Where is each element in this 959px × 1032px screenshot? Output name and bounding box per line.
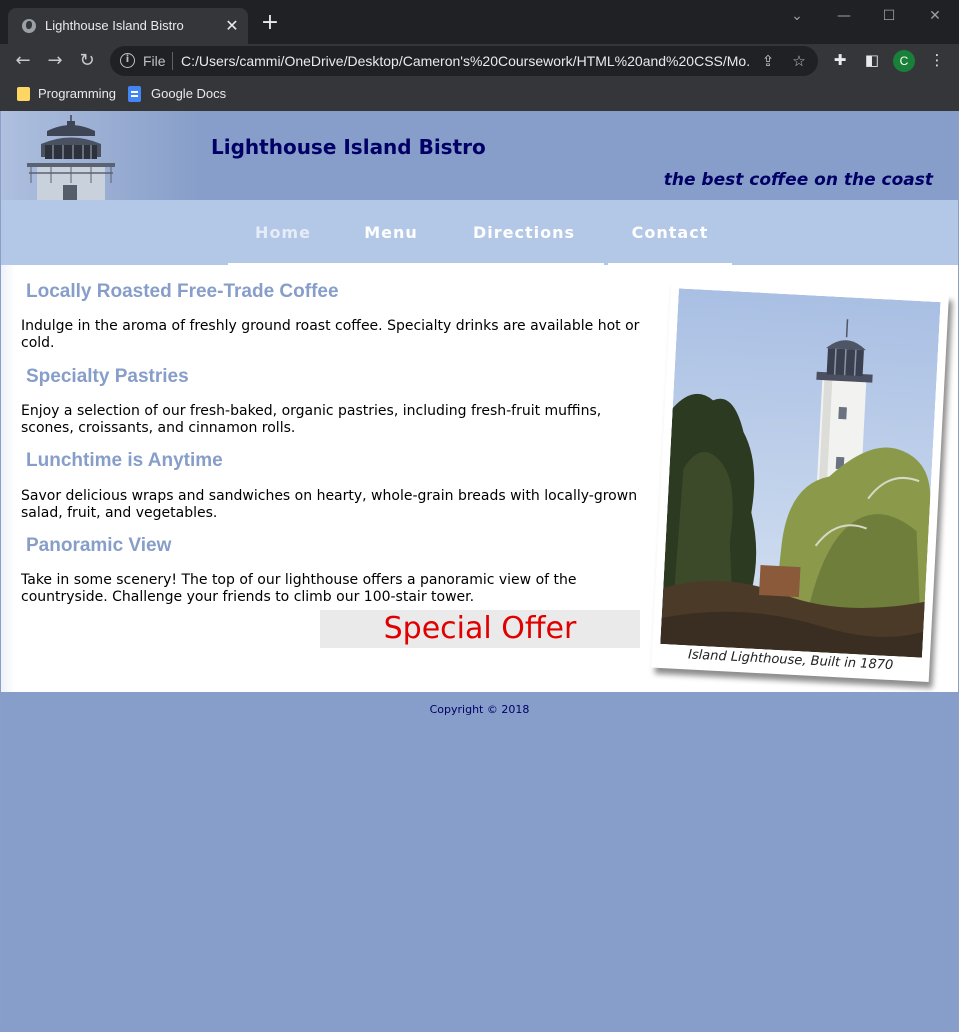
heading-coffee: Locally Roasted Free-Trade Coffee xyxy=(26,281,339,302)
tab-close-icon[interactable]: ✕ xyxy=(222,16,242,36)
side-panel-icon[interactable]: ◧ xyxy=(860,48,884,72)
globe-icon xyxy=(22,19,36,33)
tab-search-icon[interactable]: ⌄ xyxy=(782,4,812,28)
url-text[interactable]: C:/Users/cammi/OneDrive/Desktop/Cameron'… xyxy=(181,53,751,69)
lighthouse-figure: Island Lighthouse, Built in 1870 xyxy=(651,279,949,683)
forward-arrow-icon[interactable]: → xyxy=(42,48,68,74)
scheme-label: File xyxy=(143,53,166,69)
bookmark-star-icon[interactable]: ☆ xyxy=(789,51,809,71)
copyright-text: Copyright © 2018 xyxy=(429,703,530,716)
paragraph-panoramic: Take in some scenery! The top of our lig… xyxy=(21,572,577,605)
page-viewport: Lighthouse Island Bistro the best coffee… xyxy=(1,111,958,1031)
heading-lunchtime: Lunchtime is Anytime xyxy=(26,450,223,471)
heading-pastries: Specialty Pastries xyxy=(26,366,189,387)
main-content: Locally Roasted Free-Trade Coffee Indulg… xyxy=(1,265,958,692)
folder-icon xyxy=(17,87,30,101)
nav-link-menu[interactable]: Menu xyxy=(338,200,444,265)
paragraph-coffee: Indulge in the aroma of freshly ground r… xyxy=(21,318,640,351)
profile-avatar[interactable]: C xyxy=(893,50,915,72)
site-tagline: the best coffee on the coast xyxy=(663,170,933,190)
share-icon[interactable]: ⇪ xyxy=(758,51,778,71)
omnibox-divider xyxy=(172,52,173,70)
browser-chrome: Lighthouse Island Bistro ✕ + ⌄ — ☐ ✕ ← →… xyxy=(0,0,959,111)
bookmark-google-docs[interactable]: Google Docs xyxy=(151,86,226,101)
kebab-menu-icon[interactable]: ⋮ xyxy=(925,48,949,72)
site-title: Lighthouse Island Bistro xyxy=(211,135,486,159)
google-docs-icon xyxy=(128,86,141,102)
new-tab-button[interactable]: + xyxy=(258,12,282,36)
lighthouse-top-graphic xyxy=(27,115,115,200)
site-nav: Home Menu Directions Contact xyxy=(1,200,958,265)
header-lighthouse-image xyxy=(1,111,201,200)
minimize-button[interactable]: — xyxy=(829,4,859,28)
heading-panoramic: Panoramic View xyxy=(26,535,172,556)
browser-toolbar: ← → ↻ i File C:/Users/cammi/OneDrive/Des… xyxy=(0,44,959,78)
nav-link-contact[interactable]: Contact xyxy=(608,200,732,265)
paragraph-pastries: Enjoy a selection of our fresh-baked, or… xyxy=(21,403,602,436)
special-offer-banner[interactable]: Special Offer xyxy=(320,610,640,648)
site-footer: Copyright © 2018 xyxy=(1,692,958,1031)
tab-title: Lighthouse Island Bistro xyxy=(45,18,184,33)
site-header: Lighthouse Island Bistro the best coffee… xyxy=(1,111,958,200)
bookmarks-bar: Programming Google Docs xyxy=(0,78,959,111)
close-window-button[interactable]: ✕ xyxy=(920,4,950,28)
maximize-button[interactable]: ☐ xyxy=(874,4,904,28)
site-info-icon[interactable]: i xyxy=(120,53,135,68)
address-bar[interactable]: i File C:/Users/cammi/OneDrive/Desktop/C… xyxy=(110,46,818,76)
extensions-puzzle-icon[interactable]: ✚ xyxy=(828,48,852,72)
nav-link-directions[interactable]: Directions xyxy=(444,200,604,265)
reload-icon[interactable]: ↻ xyxy=(74,48,100,74)
lighthouse-photo xyxy=(660,288,941,658)
tab-strip: Lighthouse Island Bistro ✕ + ⌄ — ☐ ✕ xyxy=(0,0,959,44)
back-arrow-icon[interactable]: ← xyxy=(10,48,36,74)
content-edge-shade xyxy=(1,265,15,692)
nav-link-home[interactable]: Home xyxy=(228,200,338,265)
bookmark-programming[interactable]: Programming xyxy=(38,86,116,101)
paragraph-lunchtime: Savor delicious wraps and sandwiches on … xyxy=(21,488,638,521)
browser-tab[interactable]: Lighthouse Island Bistro ✕ xyxy=(8,8,248,44)
